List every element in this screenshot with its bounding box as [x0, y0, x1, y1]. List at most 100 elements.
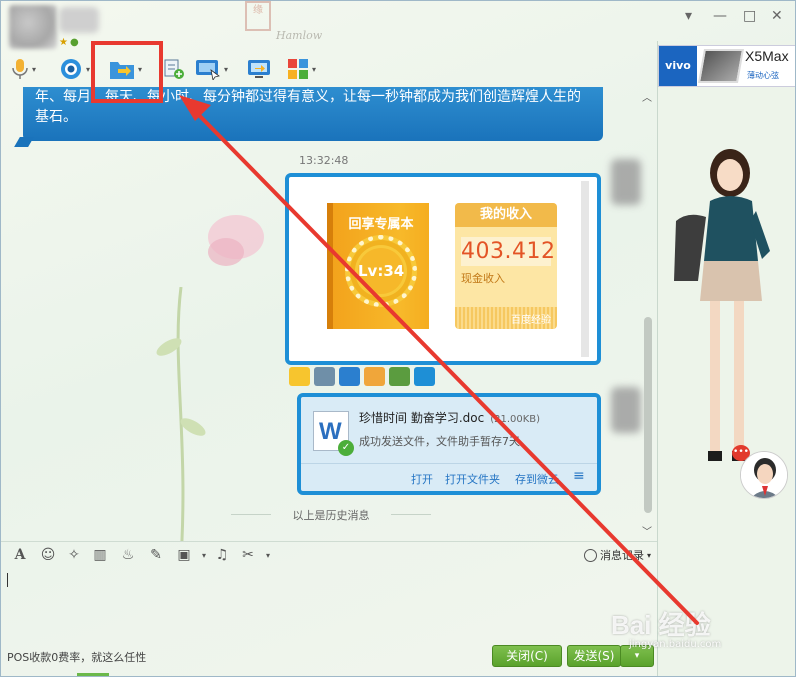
open-file-link[interactable]: 打开: [411, 471, 433, 487]
history-divider: 以上是历史消息: [231, 507, 431, 523]
vivo-logo: vivo: [659, 46, 697, 86]
baidu-watermark-url: jingyan.baidu.com: [629, 639, 722, 650]
more-menu-icon[interactable]: ≡: [573, 468, 585, 484]
vivo-ad-banner[interactable]: vivo X5Max 薄动心弦: [658, 45, 795, 87]
voice-button[interactable]: ▾: [11, 57, 36, 81]
video-button[interactable]: ▾: [59, 57, 90, 81]
bottom-bar: POS收款0费率，就这么任性 关闭(C) 发送(S) ▾: [1, 641, 657, 676]
message-timestamp: 13:32:48: [299, 154, 349, 167]
remote-assist-icon: [196, 60, 220, 80]
level-text: Lv:34: [358, 248, 404, 294]
image-send-icon[interactable]: ▣: [175, 546, 193, 564]
apps-button[interactable]: ▾: [287, 57, 316, 81]
baidu-watermark: Bai 经验: [611, 610, 711, 640]
shared-card-message[interactable]: 回享专属本 Lv:34 我的收入 403.412 现金收入 百度经验: [285, 173, 601, 365]
book-title: 回享专属本: [348, 217, 414, 232]
camera-icon: [61, 59, 81, 79]
file-status: 成功发送文件，文件助手暂存7天: [359, 435, 520, 448]
image-icon[interactable]: [389, 367, 410, 386]
magic-wand-icon[interactable]: ✧: [65, 546, 83, 564]
star-icon: ★: [59, 37, 68, 48]
phone-model: X5Max: [745, 48, 789, 64]
checkmark-icon: ✓: [338, 440, 354, 456]
level-badge: Lv:34: [345, 235, 417, 307]
screen-share-icon: [248, 60, 270, 78]
boy-avatar-image: [741, 452, 787, 498]
file-actions: 打开 打开文件夹 存到微云 ≡: [301, 463, 597, 491]
microphone-icon: [12, 59, 28, 79]
bubble-tail: [14, 137, 34, 147]
online-icon: ●: [69, 37, 79, 48]
ad-text[interactable]: POS收款0费率，就这么任性: [7, 649, 146, 665]
close-button[interactable]: 关闭(C): [492, 645, 562, 667]
maximize-button[interactable]: □: [743, 9, 756, 23]
card-action-icons: [289, 367, 435, 387]
income-footer: 百度经验: [455, 307, 557, 329]
message-input[interactable]: [1, 567, 657, 641]
music-icon[interactable]: ♫: [213, 546, 231, 564]
chat-history[interactable]: 年、每月、每天、每小时、每分钟都过得有意义，让每一秒钟都成为我们创造辉煌人生的基…: [1, 87, 657, 541]
card-scrollbar[interactable]: [581, 181, 589, 357]
flower-background: [156, 287, 206, 541]
chevron-down-icon[interactable]: ▾: [259, 546, 277, 564]
file-size: (21.00KB): [490, 414, 541, 425]
income-card[interactable]: 我的收入 403.412 现金收入 百度经验: [455, 203, 557, 329]
expression-icon[interactable]: [364, 367, 385, 386]
word-document-icon[interactable]: W ✓: [313, 411, 354, 456]
message-history-button[interactable]: 消息记录 ▾: [583, 547, 651, 563]
chevron-down-icon: ▾: [224, 64, 229, 74]
contact-name: [59, 7, 99, 33]
menu-dropdown-icon[interactable]: ▾: [685, 9, 692, 23]
input-toolbar: A ☺ ✧ ▥ ♨ ✎ ▣ ▾ ♫ ✂ ▾ 消息记录 ▾: [1, 541, 657, 567]
font-icon[interactable]: A: [11, 546, 29, 564]
scroll-up-icon[interactable]: ︿: [642, 89, 652, 104]
favorite-icon[interactable]: [414, 367, 435, 386]
ad-slogan: 薄动心弦: [747, 71, 779, 80]
qq-show-avatar[interactable]: [658, 131, 796, 471]
self-avatar[interactable]: [611, 387, 641, 433]
remote-assist-button[interactable]: ▾: [195, 57, 228, 81]
voice-message-icon[interactable]: ♨: [119, 546, 137, 564]
screen-share-button[interactable]: [247, 57, 271, 81]
seal-logo: 缘: [245, 1, 271, 31]
screen-icon[interactable]: [339, 367, 360, 386]
emoji-icon[interactable]: ☺: [39, 546, 57, 564]
save-to-cloud-link[interactable]: 存到微云: [515, 471, 559, 487]
chat-window: ★ ● 缘 Hamlow ▾ — □ ✕ ▾ ▾ ▾ ▾ ▾ 年、每月、每天、每…: [0, 0, 796, 677]
apps-grid-icon: [288, 59, 308, 79]
chevron-down-icon: ▾: [634, 651, 640, 661]
chevron-down-icon: ▾: [312, 64, 317, 74]
highlight-box: [91, 41, 163, 103]
edit-icon[interactable]: ✎: [147, 546, 165, 564]
minimize-button[interactable]: —: [713, 9, 727, 23]
income-label: 现金收入: [461, 272, 505, 285]
status-icons: ★ ●: [59, 37, 79, 48]
file-transfer-message: W ✓ 珍惜时间 勤奋学习.doc (21.00KB) 成功发送文件，文件助手暂存…: [297, 393, 601, 495]
chevron-down-icon: ▾: [86, 64, 91, 74]
phone-image: [698, 49, 744, 83]
screenshot-scissors-icon[interactable]: ✂: [239, 546, 257, 564]
add-contact-button[interactable]: [163, 57, 185, 81]
save-icon[interactable]: [314, 367, 335, 386]
clock-icon: [583, 548, 597, 562]
scroll-down-icon[interactable]: ﹀: [642, 523, 652, 538]
income-title: 我的收入: [455, 203, 557, 227]
right-panel: vivo X5Max 薄动心弦 •••: [657, 41, 796, 676]
flower-petal: [208, 215, 264, 266]
open-folder-link[interactable]: 打开文件夹: [445, 471, 500, 487]
video-clip-icon[interactable]: ▥: [91, 546, 109, 564]
self-qq-show-avatar[interactable]: [740, 451, 788, 499]
chat-scrollbar[interactable]: [644, 317, 652, 513]
contact-avatar[interactable]: [9, 5, 57, 49]
chevron-down-icon: ▾: [646, 550, 651, 560]
send-button[interactable]: 发送(S): [567, 645, 621, 667]
chevron-down-icon[interactable]: ▾: [195, 546, 213, 564]
taskbar-indicator: [77, 673, 109, 676]
emoji-add-icon[interactable]: [289, 367, 310, 386]
text-cursor: [7, 573, 8, 587]
income-value: 403.412: [461, 237, 556, 266]
chevron-down-icon: ▾: [32, 64, 37, 74]
self-avatar[interactable]: [611, 159, 641, 205]
close-window-button[interactable]: ✕: [771, 9, 783, 23]
exclusive-book-card[interactable]: 回享专属本 Lv:34: [327, 203, 429, 329]
